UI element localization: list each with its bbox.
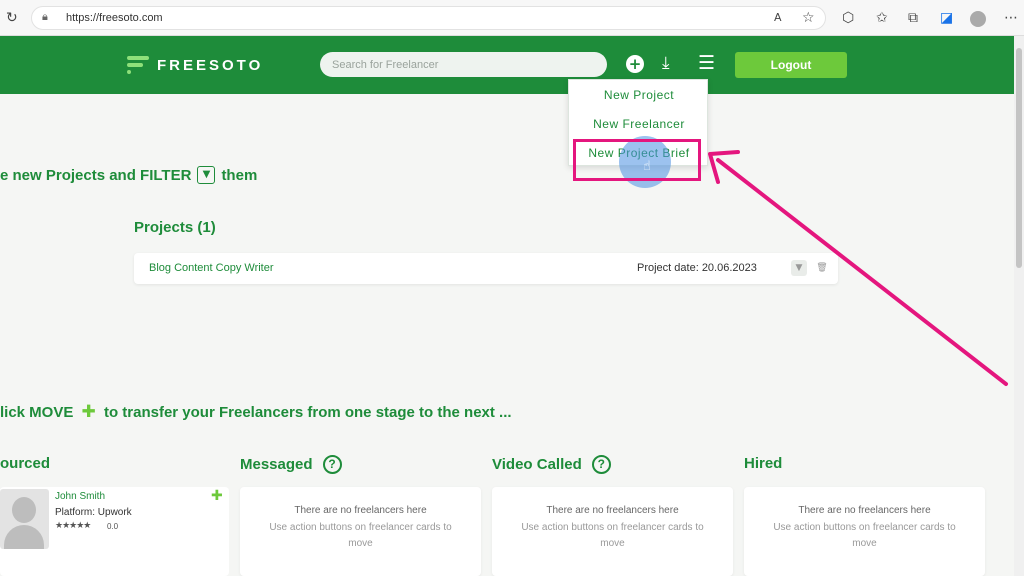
reload-icon[interactable]: ↻ [6, 9, 18, 27]
filter-hint-prefix: e new Projects and FILTER [0, 166, 192, 184]
favorites-icon[interactable]: ✩ [876, 9, 888, 27]
move-hint: lick MOVE ✚ to transfer your Freelancers… [0, 402, 512, 422]
logout-button[interactable]: Logout [735, 52, 847, 78]
menu-item-new-project[interactable]: New Project [569, 88, 709, 102]
move-hint-suffix: to transfer your Freelancers from one st… [103, 404, 512, 421]
download-icon[interactable]: ⤓ [662, 53, 670, 73]
logo-text: FREESOTO [157, 56, 264, 74]
profile-avatar-icon[interactable] [970, 11, 986, 27]
stage-title-sourced: ourced [0, 455, 50, 472]
collections-icon[interactable]: ⧉ [908, 9, 918, 27]
empty-subtitle: Use action buttons on freelancer cards t… [773, 522, 956, 549]
project-row[interactable]: Blog Content Copy Writer Project date: 2… [134, 253, 838, 284]
freelancer-platform: Platform: Upwork [55, 507, 132, 518]
stage-title-video-called: Video Called ? [492, 455, 611, 474]
search-input[interactable] [320, 52, 607, 77]
lock-icon[interactable]: 🔒︎ [42, 10, 48, 24]
browser-toolbar: ↻ 🔒︎ https://freesoto.com A ☆ ⬡ ✩ ⧉ ◪ ⋯ [0, 0, 1024, 36]
logo-mark-icon [127, 56, 151, 74]
freesoto-logo[interactable]: FREESOTO [127, 56, 263, 74]
highlight-box [573, 139, 701, 181]
stage-title-hired: Hired [744, 455, 782, 472]
filter-icon: ▼ [197, 166, 216, 184]
stage-title-label: ourced [0, 455, 51, 472]
app-header: FREESOTO + ⤓ ☰ Logout [0, 36, 1014, 94]
menu-item-new-freelancer[interactable]: New Freelancer [569, 117, 709, 131]
help-icon[interactable]: ? [591, 455, 611, 474]
move-plus-icon[interactable]: ✚ [211, 488, 223, 504]
project-date: Project date: 20.06.2023 [637, 262, 757, 274]
rating-stars-icon: ★★★★★ [55, 521, 91, 531]
freelancer-card[interactable]: John Smith Platform: Upwork ★★★★★ 0.0 ✚ [0, 487, 229, 576]
address-bar[interactable]: 🔒︎ https://freesoto.com [31, 6, 826, 30]
stage-title-label: Messaged [240, 456, 313, 473]
stage-card-video-called: There are no freelancers here Use action… [492, 487, 733, 576]
empty-subtitle: Use action buttons on freelancer cards t… [521, 522, 704, 549]
empty-title: There are no freelancers here [546, 505, 679, 516]
empty-title: There are no freelancers here [798, 505, 931, 516]
filter-icon[interactable]: ▼ [791, 260, 807, 276]
favorite-star-icon[interactable]: ☆ [802, 9, 815, 27]
stage-card-hired: There are no freelancers here Use action… [744, 487, 985, 576]
trash-icon[interactable]: 🗑︎ [814, 260, 830, 276]
scroll-thumb[interactable] [1016, 48, 1022, 268]
read-aloud-icon[interactable]: A [774, 9, 782, 27]
pointer-cursor-icon: ☝ [643, 159, 651, 174]
project-name[interactable]: Blog Content Copy Writer [149, 262, 274, 274]
edge-icon[interactable]: ◪ [940, 9, 953, 27]
page-scrollbar[interactable] [1014, 36, 1024, 576]
stage-title-label: Video Called [492, 456, 582, 473]
add-circle-icon[interactable]: + [626, 55, 644, 73]
empty-title: There are no freelancers here [294, 505, 427, 516]
url-text[interactable]: https://freesoto.com [66, 12, 163, 24]
filter-hint: e new Projects and FILTER ▼ them [0, 166, 257, 184]
stage-title-messaged: Messaged ? [240, 455, 342, 474]
filter-hint-suffix: them [221, 166, 258, 184]
freelancer-rating: 0.0 [107, 522, 119, 531]
move-hint-prefix: lick MOVE [0, 404, 74, 421]
projects-title: Projects (1) [134, 219, 216, 236]
more-menu-icon[interactable]: ⋯ [1004, 9, 1018, 27]
move-plus-icon: ✚ [81, 402, 96, 422]
stage-title-label: Hired [744, 455, 783, 472]
stage-card-messaged: There are no freelancers here Use action… [240, 487, 481, 576]
freelancer-name[interactable]: John Smith [55, 491, 105, 502]
freelancer-avatar [0, 489, 49, 549]
help-icon[interactable]: ? [322, 455, 342, 474]
hamburger-menu-icon[interactable]: ☰ [698, 53, 715, 73]
extensions-icon[interactable]: ⬡ [842, 9, 854, 27]
empty-subtitle: Use action buttons on freelancer cards t… [269, 522, 452, 549]
